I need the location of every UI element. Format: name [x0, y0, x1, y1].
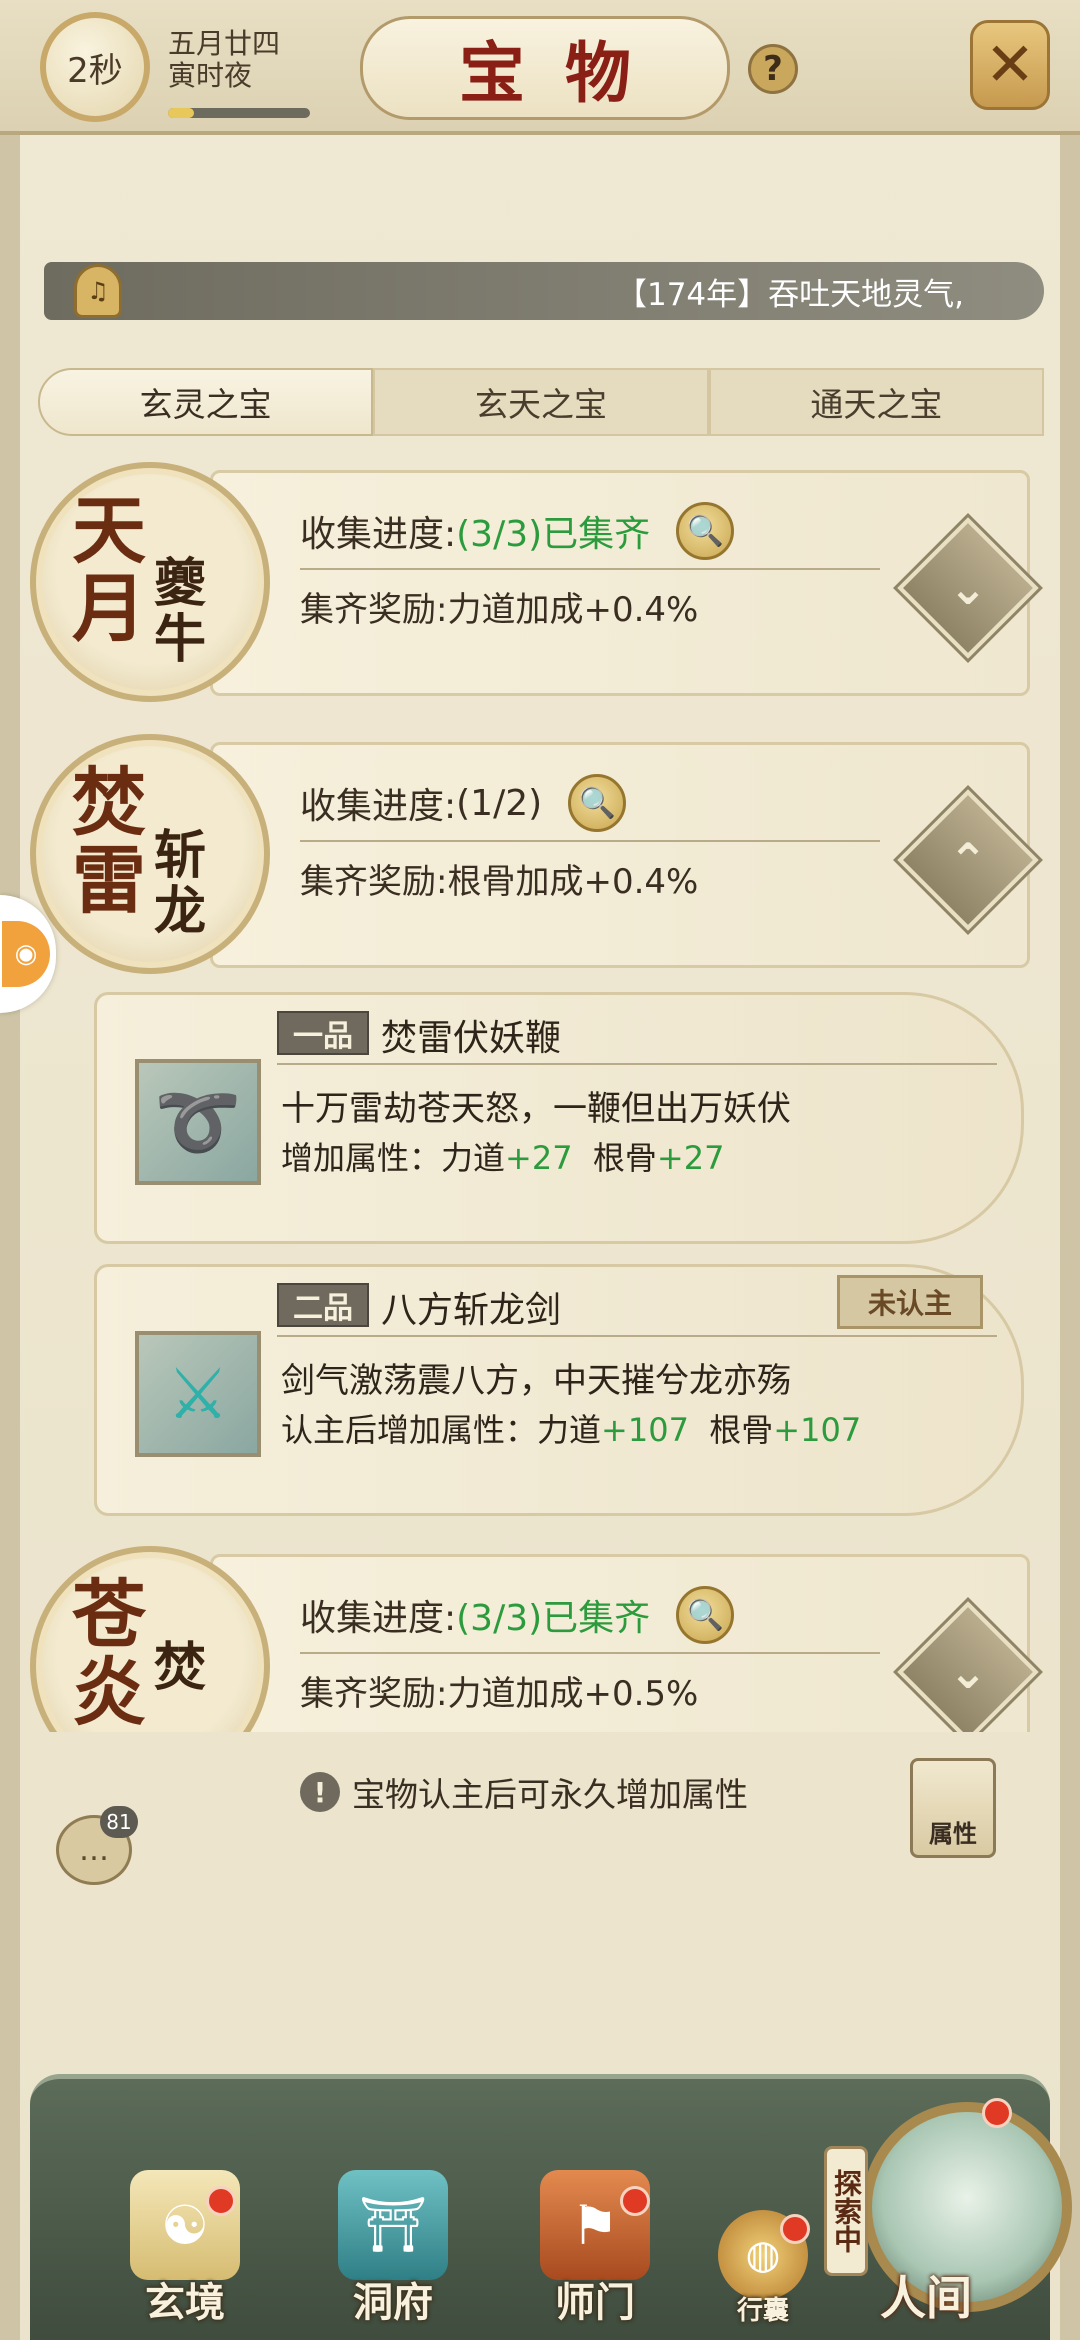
progress-label: 收集进度: — [300, 786, 457, 827]
divider — [277, 1063, 997, 1065]
item-name: 焚雷伏妖鞭 — [381, 1018, 562, 1059]
day-progress-bar — [168, 108, 310, 118]
nav-label: 行囊 — [736, 2296, 789, 2326]
reward-value: 力道加成+0.4% — [447, 590, 699, 630]
divider — [277, 1335, 997, 1337]
tab-xuantian[interactable]: 玄天之宝 — [373, 368, 709, 436]
divider — [300, 1652, 880, 1654]
tip-row: ! 宝物认主后可永久增加属性 — [300, 1768, 748, 1816]
set-card[interactable]: 焚雷 斩龙 收集进度: (1/2) 🔍 集齐奖励:根骨加成+0.4% ⌃ — [30, 724, 1050, 974]
reward-row: 集齐奖励:力道加成+0.5% — [300, 1666, 698, 1715]
treasure-list: 天月 夔牛 收集进度: (3/3)已集齐 🔍 集齐奖励:力道加成+0.4% ⌄ … — [30, 452, 1050, 1732]
reward-label: 集齐奖励: — [300, 862, 448, 902]
close-swords-icon: ✕ — [984, 30, 1036, 100]
progress-label: 收集进度: — [300, 514, 457, 555]
tab-xuanling[interactable]: 玄灵之宝 — [38, 368, 374, 436]
grade-badge: 一品 — [277, 1011, 369, 1055]
question-icon[interactable]: ? — [748, 44, 798, 94]
attributes-button[interactable]: 属性 — [910, 1758, 996, 1858]
treasure-item[interactable]: ➰ 一品 焚雷伏妖鞭 十万雷劫苍天怒，一鞭但出万妖伏 增加属性：力道+27 根骨… — [94, 992, 1024, 1244]
medal-title: 焚雷 — [72, 760, 146, 924]
notification-dot — [620, 2186, 650, 2216]
page-title: 宝物 — [360, 16, 730, 120]
announcement-text: 【174年】吞吐天地灵气, — [615, 276, 964, 313]
chat-count-badge: 81 — [100, 1806, 138, 1838]
reward-value: 根骨加成+0.4% — [447, 862, 699, 902]
progress-row: 收集进度: (1/2) 🔍 — [300, 774, 627, 832]
item-description: 剑气激荡震八方，中天摧兮龙亦殇 — [281, 1361, 791, 1401]
chevron-down-icon: ⌄ — [948, 1645, 988, 1699]
reward-value: 力道加成+0.5% — [447, 1674, 699, 1714]
medal-subtitle: 焚 — [154, 1637, 207, 1698]
progress-value: (1/2) — [456, 782, 543, 824]
medal-title: 苍炎 — [72, 1572, 146, 1732]
grade-badge: 二品 — [277, 1283, 369, 1327]
close-button[interactable]: ✕ — [970, 20, 1050, 110]
header-bar: 2秒 五月廿四 寅时夜 宝物 ? ✕ — [0, 0, 1080, 135]
divider — [300, 840, 880, 842]
reward-label: 集齐奖励: — [300, 590, 448, 630]
set-medal: 焚雷 斩龙 — [30, 734, 270, 974]
notification-dot — [982, 2098, 1012, 2128]
magnify-icon[interactable]: 🔍 — [676, 1586, 735, 1644]
sword-icon: ⚔ — [135, 1331, 261, 1457]
progress-row: 收集进度: (3/3)已集齐 🔍 — [300, 1586, 735, 1644]
tip-text: 宝物认主后可永久增加属性 — [352, 1775, 748, 1814]
nav-label: 洞府 — [353, 2279, 433, 2326]
set-card[interactable]: 苍炎 焚 收集进度: (3/3)已集齐 🔍 集齐奖励:力道加成+0.5% ⌄ — [30, 1536, 1050, 1732]
reward-row: 集齐奖励:根骨加成+0.4% — [300, 854, 698, 903]
whip-icon: ➰ — [135, 1059, 261, 1185]
tab-tongtian[interactable]: 通天之宝 — [708, 368, 1044, 436]
reward-row: 集齐奖励:力道加成+0.4% — [300, 582, 698, 631]
item-attributes: 增加属性：力道+27 根骨+27 — [281, 1139, 725, 1177]
medal-subtitle: 夔牛 — [154, 553, 207, 670]
chevron-down-icon: ⌄ — [948, 561, 988, 615]
world-label: 人间 — [880, 2271, 972, 2325]
progress-label: 收集进度: — [300, 1598, 457, 1639]
treasure-item[interactable]: ⚔ 二品 八方斩龙剑 未认主 剑气激荡震八方，中天摧兮龙亦殇 认主后增加属性：力… — [94, 1264, 1024, 1516]
notification-dot — [206, 2186, 236, 2216]
magnify-icon[interactable]: 🔍 — [676, 502, 735, 560]
set-medal: 天月 夔牛 — [30, 462, 270, 702]
nav-label: 师门 — [555, 2279, 635, 2326]
attributes-label: 属性 — [929, 1820, 977, 1848]
exclamation-icon: ! — [300, 1772, 340, 1812]
treasure-tabs: 玄灵之宝 玄天之宝 通天之宝 — [38, 368, 1044, 436]
progress-value: (3/3)已集齐 — [456, 1598, 651, 1639]
nav-label: 玄境 — [145, 2279, 225, 2326]
magnify-icon[interactable]: 🔍 — [568, 774, 627, 832]
divider — [300, 568, 880, 570]
progress-value: (3/3)已集齐 — [456, 514, 651, 555]
timer-text: 2秒 — [67, 50, 123, 91]
notification-dot — [780, 2214, 810, 2244]
medal-title: 天月 — [72, 488, 146, 652]
lunar-date: 五月廿四 寅时夜 — [168, 28, 280, 92]
exploring-tag: 探索中 — [824, 2146, 868, 2276]
item-name: 八方斩龙剑 — [381, 1290, 562, 1331]
reward-label: 集齐奖励: — [300, 1674, 448, 1714]
set-card[interactable]: 天月 夔牛 收集进度: (3/3)已集齐 🔍 集齐奖励:力道加成+0.4% ⌄ — [30, 452, 1050, 702]
chat-bubble-icon: … — [79, 1832, 109, 1868]
bell-icon: ♫ — [74, 264, 122, 318]
progress-row: 收集进度: (3/3)已集齐 🔍 — [300, 502, 735, 560]
chevron-up-icon: ⌃ — [948, 833, 988, 887]
status-badge: 未认主 — [837, 1275, 983, 1329]
day-progress-fill — [168, 108, 194, 118]
medal-subtitle: 斩龙 — [154, 825, 207, 942]
item-attributes: 认主后增加属性：力道+107 根骨+107 — [281, 1411, 862, 1449]
date-line-1: 五月廿四 — [168, 27, 281, 60]
item-description: 十万雷劫苍天怒，一鞭但出万妖伏 — [281, 1089, 791, 1129]
nav-dongfu[interactable]: ⛩ 洞府 — [338, 2170, 448, 2328]
gamepad-icon: ◉ — [2, 921, 50, 987]
date-line-2: 寅时夜 — [168, 59, 253, 92]
timer-badge: 2秒 — [40, 12, 150, 122]
announcement-bar: ♫ 【174年】吞吐天地灵气, — [44, 262, 1044, 320]
pavilion-icon: ⛩ — [338, 2170, 448, 2280]
